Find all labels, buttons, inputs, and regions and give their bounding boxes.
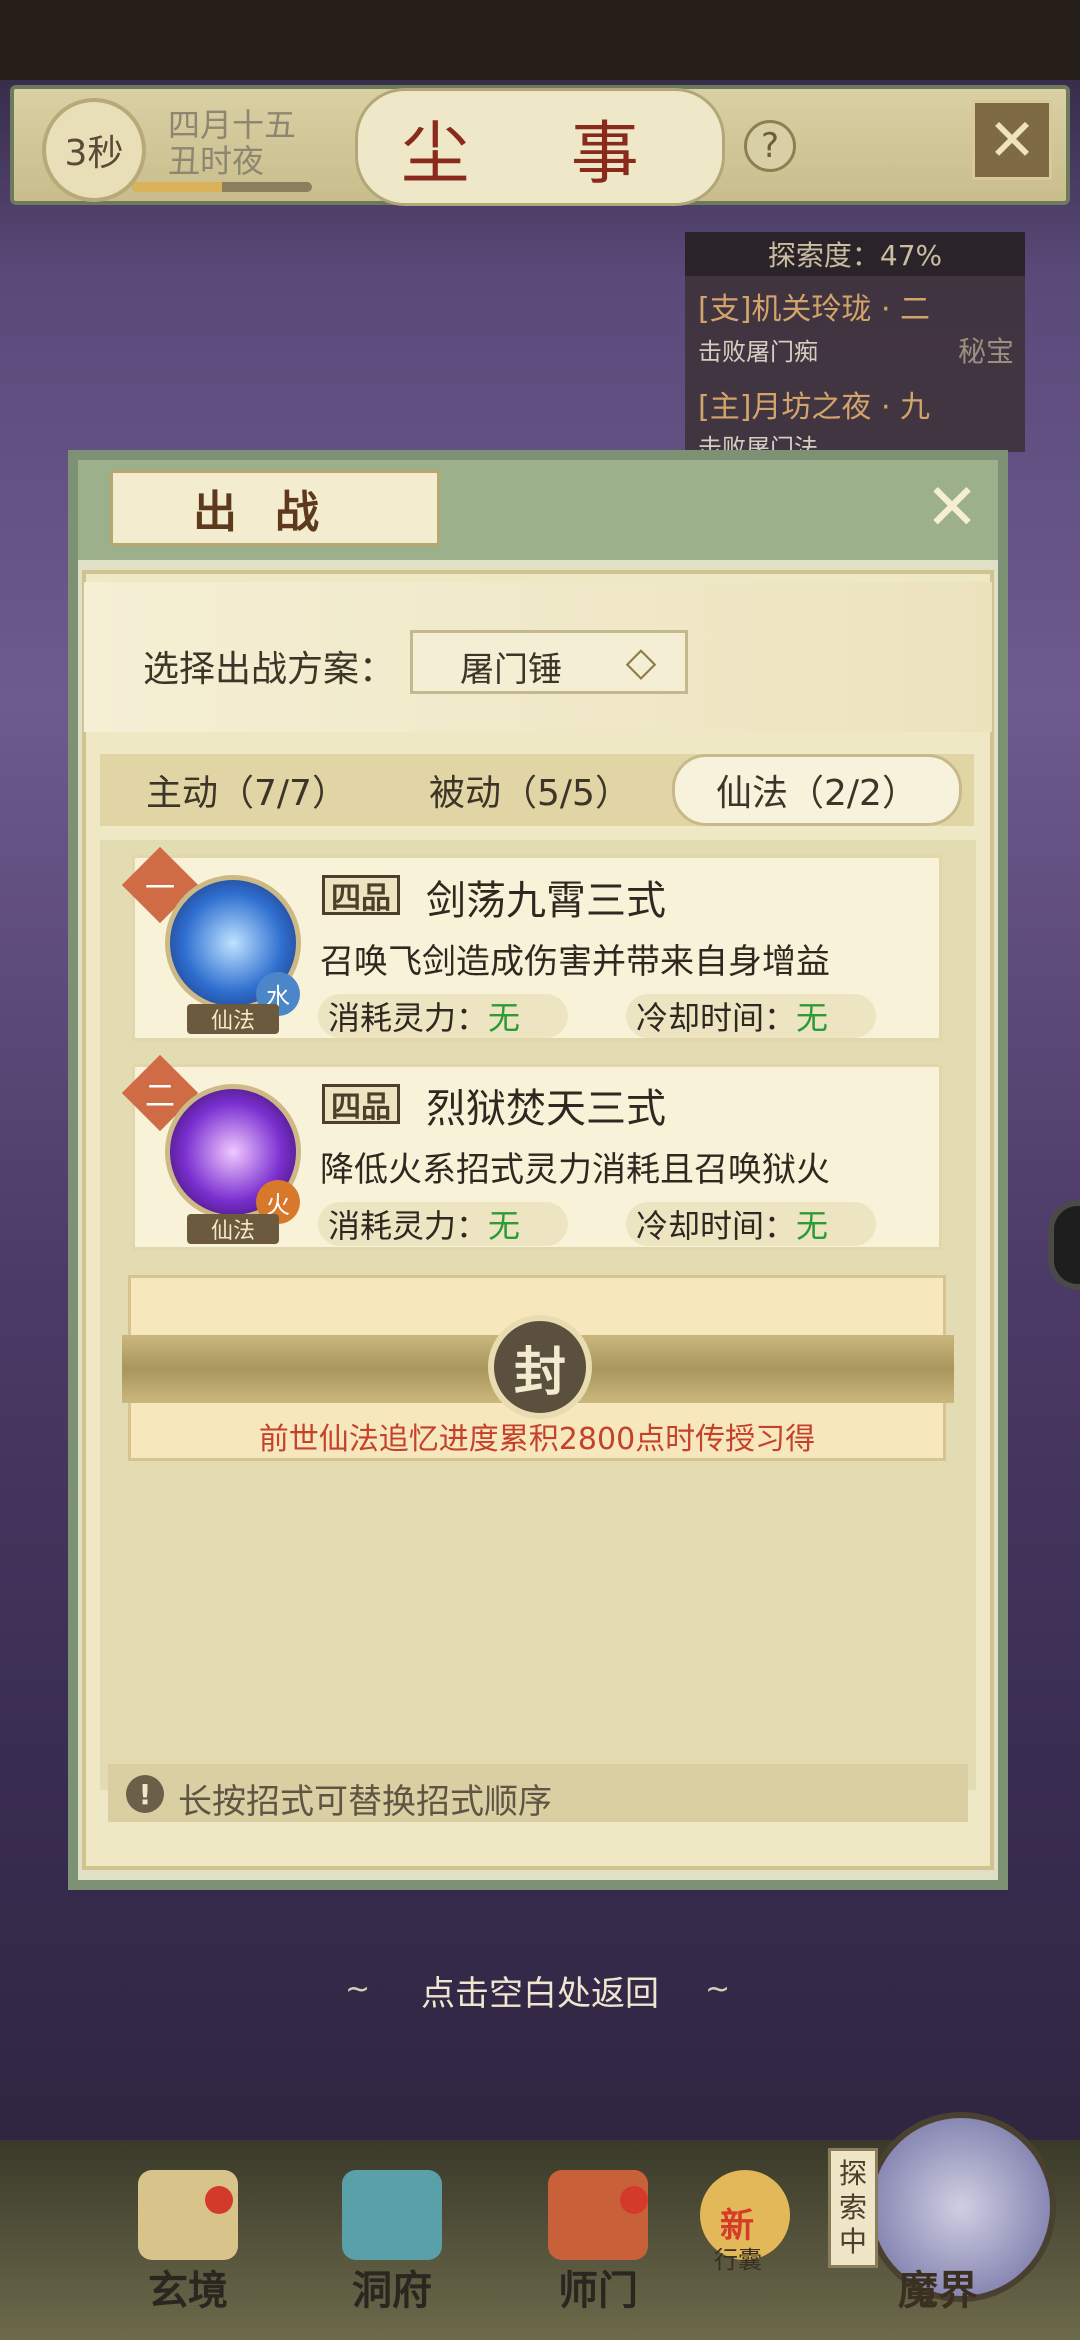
exploring-tag: 探 索 中 xyxy=(828,2148,878,2268)
explore-progress: 探索度：47% xyxy=(685,232,1025,276)
dialog-title: 出战 xyxy=(110,470,440,546)
timer-badge: 3秒 xyxy=(42,98,146,202)
scheme-label: 选择出战方案： xyxy=(143,649,396,690)
hint-text: 长按招式可替换招式顺序 xyxy=(178,1782,552,1822)
explore-char: 探 xyxy=(838,2157,867,2190)
seal-icon: 封 xyxy=(488,1315,592,1419)
cooldown-label: 冷却时间： xyxy=(636,999,797,1037)
page-title: 尘 事 xyxy=(355,88,725,206)
notification-dot xyxy=(205,2186,233,2214)
cooldown-stat: 冷却时间：无 xyxy=(626,994,876,1038)
cooldown-value: 无 xyxy=(796,1207,829,1245)
cost-value: 无 xyxy=(488,999,521,1037)
notification-dot xyxy=(620,2186,648,2214)
info-icon: ! xyxy=(126,1775,164,1813)
grade-badge: 四品 xyxy=(322,875,400,916)
quest-title[interactable]: [主]月坊之夜 · 九 xyxy=(698,382,930,426)
bag-label[interactable]: 行囊 xyxy=(714,2240,762,2275)
skill-name: 烈狱焚天三式 xyxy=(426,1086,666,1132)
nav-mojie[interactable]: 魔界 xyxy=(868,2258,1008,2316)
grade-badge: 四品 xyxy=(322,1084,400,1125)
cooldown-stat: 冷却时间：无 xyxy=(626,1202,876,1246)
help-icon[interactable]: ? xyxy=(744,120,796,172)
quest-title[interactable]: [支]机关玲珑 · 二 xyxy=(698,284,930,328)
date-line-2: 丑时夜 xyxy=(168,142,265,180)
tab-active-skills[interactable]: 主动（7/7） xyxy=(112,754,382,826)
nav-xuanjing[interactable]: 玄境 xyxy=(118,2258,258,2316)
swirl-right-icon: ~ xyxy=(705,1972,731,2007)
back-hint[interactable]: 点击空白处返回 xyxy=(360,1966,720,2015)
pavilion-icon[interactable] xyxy=(342,2170,442,2260)
cooldown-label: 冷却时间： xyxy=(636,1207,797,1245)
time-progress-fill xyxy=(132,182,222,192)
quest-sub: 击败屠门痴 xyxy=(698,338,818,366)
unlock-condition-text: 前世仙法追忆进度累积2800点时传授习得 xyxy=(258,1422,816,1457)
side-float-button[interactable] xyxy=(1048,1200,1080,1290)
close-icon[interactable]: ✕ xyxy=(972,100,1052,180)
banner-icon[interactable] xyxy=(548,2170,648,2260)
cost-stat: 消耗灵力：无 xyxy=(318,1202,568,1246)
scroll-icon[interactable] xyxy=(138,2170,238,2260)
quest-tag: 秘宝 xyxy=(958,335,1015,368)
tab-passive-skills[interactable]: 被动（5/5） xyxy=(395,754,665,826)
explore-char: 索 xyxy=(838,2191,867,2224)
time-progress-bar xyxy=(132,182,312,192)
dropdown-arrow-icon[interactable]: ◇ xyxy=(612,635,670,689)
skill-name: 剑荡九霄三式 xyxy=(426,878,666,924)
cooldown-value: 无 xyxy=(796,999,829,1037)
status-bar xyxy=(0,0,1080,80)
scheme-value[interactable]: 屠门锤 xyxy=(460,642,562,691)
cost-stat: 消耗灵力：无 xyxy=(318,994,568,1038)
cost-label: 消耗灵力： xyxy=(328,1207,489,1245)
cost-label: 消耗灵力： xyxy=(328,999,489,1037)
dialog-close-icon[interactable]: ✕ xyxy=(912,468,992,548)
nav-dongfu[interactable]: 洞府 xyxy=(322,2258,462,2316)
cost-value: 无 xyxy=(488,1207,521,1245)
skill-description: 召唤飞剑造成伤害并带来自身增益 xyxy=(320,942,830,982)
skill-description: 降低火系招式灵力消耗且召唤狱火 xyxy=(320,1150,830,1190)
skill-type-tag: 仙法 xyxy=(187,1004,279,1034)
tab-immortal-arts[interactable]: 仙法（2/2） xyxy=(672,754,962,826)
nav-shimen[interactable]: 师门 xyxy=(528,2258,668,2316)
skill-type-tag: 仙法 xyxy=(187,1214,279,1244)
explore-char: 中 xyxy=(838,2225,867,2258)
